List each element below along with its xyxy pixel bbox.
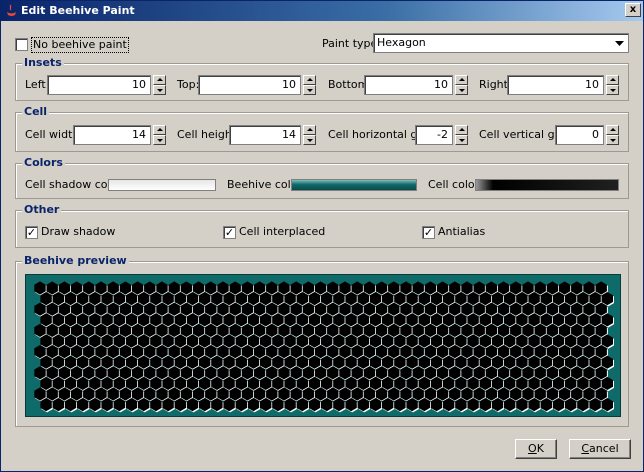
left-decrement[interactable] xyxy=(153,85,166,95)
cell-hgap-field[interactable]: -2 xyxy=(415,125,453,145)
no-beehive-paint-label: No beehive paint xyxy=(31,37,129,53)
cell-height-field[interactable]: 14 xyxy=(229,125,301,145)
cell-hgap-decrement[interactable] xyxy=(455,135,468,145)
cell-interplaced-label: Cell interplaced xyxy=(239,225,326,238)
title-bar[interactable]: Edit Beehive Paint x xyxy=(1,1,643,21)
top-increment[interactable] xyxy=(303,75,316,85)
antialias-checkbox[interactable]: ✓ xyxy=(422,226,435,239)
paint-type-select[interactable]: Hexagon xyxy=(373,33,629,53)
left-spinner[interactable]: 10 xyxy=(47,75,166,95)
cell-vgap-field[interactable]: 0 xyxy=(555,125,604,145)
ok-button[interactable]: OK xyxy=(515,439,557,459)
edit-beehive-paint-dialog: Edit Beehive Paint x No beehive paint Pa… xyxy=(0,0,644,472)
chevron-down-icon xyxy=(615,41,624,46)
right-spinner[interactable]: 10 xyxy=(507,75,619,95)
java-icon xyxy=(7,4,16,16)
bottom-field[interactable]: 10 xyxy=(364,75,453,95)
cell-color-swatch[interactable] xyxy=(475,179,619,191)
cell-width-field[interactable]: 14 xyxy=(73,125,151,145)
cell-width-spinner[interactable]: 14 xyxy=(73,125,166,145)
cancel-rest: ancel xyxy=(589,442,619,455)
top-label: Top: xyxy=(177,78,200,91)
beehive-preview-title: Beehive preview xyxy=(22,254,129,268)
left-increment[interactable] xyxy=(153,75,166,85)
other-title: Other xyxy=(22,203,62,217)
cell-height-spinner[interactable]: 14 xyxy=(229,125,316,145)
cell-hgap-increment[interactable] xyxy=(455,125,468,135)
draw-shadow-label: Draw shadow xyxy=(41,225,116,238)
left-field[interactable]: 10 xyxy=(47,75,151,95)
left-label: Left: xyxy=(25,78,50,91)
colors-title: Colors xyxy=(22,156,65,170)
top-spinner[interactable]: 10 xyxy=(198,75,316,95)
close-button[interactable]: x xyxy=(625,3,641,17)
right-decrement[interactable] xyxy=(606,85,619,95)
top-decrement[interactable] xyxy=(303,85,316,95)
window-title: Edit Beehive Paint xyxy=(21,4,135,17)
antialias-label: Antialias xyxy=(438,225,486,238)
bottom-spinner[interactable]: 10 xyxy=(364,75,468,95)
hexagon-pattern xyxy=(34,281,614,413)
right-increment[interactable] xyxy=(606,75,619,85)
cancel-mnemonic: C xyxy=(581,442,590,455)
ok-mnemonic: O xyxy=(528,442,537,455)
draw-shadow-checkbox[interactable]: ✓ xyxy=(25,226,38,239)
bottom-increment[interactable] xyxy=(455,75,468,85)
cell-height-increment[interactable] xyxy=(303,125,316,135)
bottom-decrement[interactable] xyxy=(455,85,468,95)
cell-shadow-color-swatch[interactable] xyxy=(108,179,216,191)
cell-vgap-increment[interactable] xyxy=(606,125,619,135)
paint-type-value: Hexagon xyxy=(377,36,426,49)
ok-rest: K xyxy=(536,442,544,455)
no-beehive-paint-checkbox[interactable] xyxy=(15,38,28,51)
right-field[interactable]: 10 xyxy=(507,75,604,95)
cell-height-decrement[interactable] xyxy=(303,135,316,145)
cell-hgap-spinner[interactable]: -2 xyxy=(415,125,468,145)
cell-title: Cell xyxy=(22,105,50,119)
beehive-color-swatch[interactable] xyxy=(291,179,417,191)
insets-title: Insets xyxy=(22,56,64,70)
cell-width-increment[interactable] xyxy=(153,125,166,135)
cell-vgap-decrement[interactable] xyxy=(606,135,619,145)
cell-width-decrement[interactable] xyxy=(153,135,166,145)
cancel-button[interactable]: Cancel xyxy=(569,439,631,459)
top-field[interactable]: 10 xyxy=(198,75,301,95)
beehive-preview-canvas xyxy=(25,274,621,417)
cell-vgap-spinner[interactable]: 0 xyxy=(555,125,619,145)
cell-interplaced-checkbox[interactable]: ✓ xyxy=(223,226,236,239)
